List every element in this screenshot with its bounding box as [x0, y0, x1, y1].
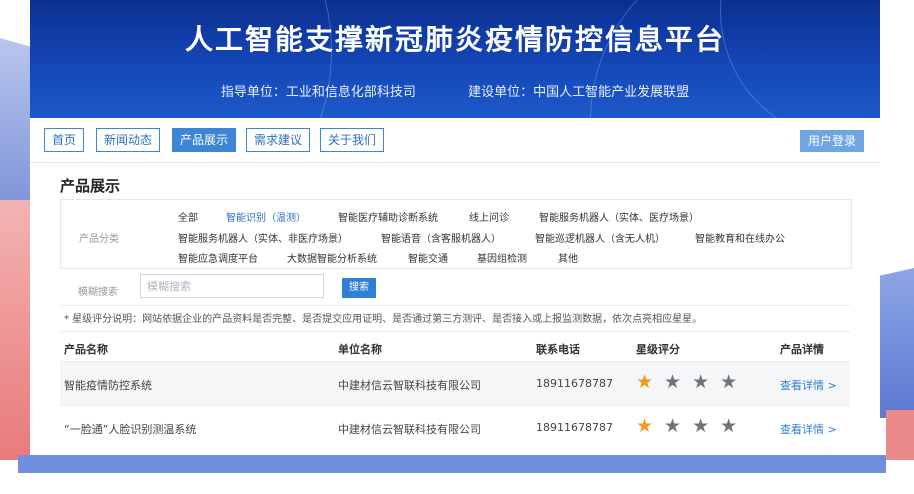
- build-unit-text: 建设单位：中国人工智能产业发展联盟: [468, 85, 690, 100]
- phone-number: 18911678787: [536, 421, 613, 434]
- site-subtitle: 指导单位：工业和信息化部科技司 建设单位：中国人工智能产业发展联盟: [30, 81, 880, 100]
- category-medical-diagnosis[interactable]: 智能医疗辅助诊断系统: [338, 209, 438, 224]
- site-title: 人工智能支撑新冠肺炎疫情防控信息平台: [184, 23, 725, 56]
- category-patrol-robot[interactable]: 智能巡逻机器人（含无人机）: [535, 230, 665, 245]
- phone-number: 18911678787: [536, 377, 613, 390]
- product-name: “一脸通”人脸识别测温系统: [64, 423, 197, 436]
- decor-shape-right-red: [886, 410, 914, 460]
- website-window: 人工智能支撑新冠肺炎疫情防控信息平台 指导单位：工业和信息化部科技司 建设单位：…: [30, 0, 880, 455]
- table-header: 产品名称 单位名称 联系电话 星级评分 产品详情: [60, 331, 850, 362]
- category-emergency-dispatch[interactable]: 智能应急调度平台: [178, 250, 258, 265]
- product-name: 智能疫情防控系统: [64, 379, 152, 392]
- table-row: “一脸通”人脸识别测温系统 中建材信云智联科技有限公司 18911678787 …: [60, 405, 850, 450]
- tab-home[interactable]: 首页: [44, 128, 85, 152]
- tab-news[interactable]: 新闻动态: [96, 128, 161, 152]
- login-button[interactable]: 用户登录: [799, 130, 864, 152]
- tab-products[interactable]: 产品展示: [172, 128, 237, 152]
- decor-shape-left-red: [0, 200, 30, 460]
- category-service-robot-medical[interactable]: 智能服务机器人（实体、医疗场景）: [539, 209, 699, 224]
- search-bar: 模糊搜索 搜索: [60, 271, 850, 306]
- column-header-detail: 产品详情: [780, 343, 824, 356]
- search-input[interactable]: [140, 274, 324, 298]
- star-filled-icon: ★: [636, 371, 654, 393]
- filter-label: 产品分类: [79, 234, 119, 245]
- star-empty-icon: ★: [720, 415, 738, 437]
- site-banner: 人工智能支撑新冠肺炎疫情防控信息平台 指导单位：工业和信息化部科技司 建设单位：…: [30, 0, 880, 118]
- company-name: 中建材信云智联科技有限公司: [338, 379, 481, 392]
- category-big-data[interactable]: 大数据智能分析系统: [287, 250, 377, 265]
- star-empty-icon: ★: [720, 371, 738, 393]
- category-smart-voice[interactable]: 智能语音（含客服机器人）: [381, 230, 501, 245]
- star-empty-icon: ★: [664, 415, 682, 437]
- column-header-product: 产品名称: [64, 343, 108, 356]
- search-button[interactable]: 搜索: [342, 278, 376, 298]
- category-smart-recognition[interactable]: 智能识别（温测）: [226, 209, 306, 224]
- category-filter: 产品分类 全部 智能识别（温测） 智能医疗辅助诊断系统 线上问诊 智能服务机器人…: [60, 199, 852, 269]
- decor-shape-right-blue: [874, 268, 914, 418]
- guide-unit-text: 指导单位：工业和信息化部科技司: [220, 85, 416, 100]
- column-header-company: 单位名称: [338, 343, 382, 356]
- category-service-robot-nonmedical[interactable]: 智能服务机器人（实体、非医疗场景）: [178, 230, 348, 245]
- view-detail-link[interactable]: 查看详情 >: [780, 421, 837, 437]
- tab-about[interactable]: 关于我们: [320, 128, 385, 152]
- category-other[interactable]: 其他: [558, 250, 578, 265]
- product-section: 产品展示 产品分类 全部 智能识别（温测） 智能医疗辅助诊断系统 线上问诊 智能…: [30, 163, 880, 455]
- category-smart-traffic[interactable]: 智能交通: [408, 250, 448, 265]
- search-label: 模糊搜索: [78, 287, 118, 298]
- rating-note: * 星级评分说明：网站依据企业的产品资料是否完整、是否提交应用证明、是否通过第三…: [64, 314, 703, 325]
- main-nav: 首页 新闻动态 产品展示 需求建议 关于我们 用户登录: [30, 118, 880, 163]
- category-education-office[interactable]: 智能教育和在线办公: [695, 230, 785, 245]
- decor-bar-bottom: [18, 455, 886, 473]
- star-filled-icon: ★: [636, 415, 654, 437]
- category-online-consult[interactable]: 线上问诊: [469, 209, 509, 224]
- star-empty-icon: ★: [692, 371, 710, 393]
- star-rating: ★ ★ ★ ★: [636, 371, 748, 393]
- star-rating: ★ ★ ★ ★: [636, 415, 748, 437]
- column-header-rating: 星级评分: [636, 343, 680, 356]
- view-detail-link[interactable]: 查看详情 >: [780, 377, 837, 393]
- table-row: 智能疫情防控系统 中建材信云智联科技有限公司 18911678787 ★ ★ ★ ★ …: [60, 361, 850, 406]
- star-empty-icon: ★: [664, 371, 682, 393]
- page-title: 产品展示: [60, 177, 121, 195]
- company-name: 中建材信云智联科技有限公司: [338, 423, 481, 436]
- star-empty-icon: ★: [692, 415, 710, 437]
- column-header-phone: 联系电话: [536, 343, 580, 356]
- category-all[interactable]: 全部: [178, 209, 198, 224]
- tab-suggestions[interactable]: 需求建议: [246, 128, 311, 152]
- category-genome-test[interactable]: 基因组检测: [477, 250, 527, 265]
